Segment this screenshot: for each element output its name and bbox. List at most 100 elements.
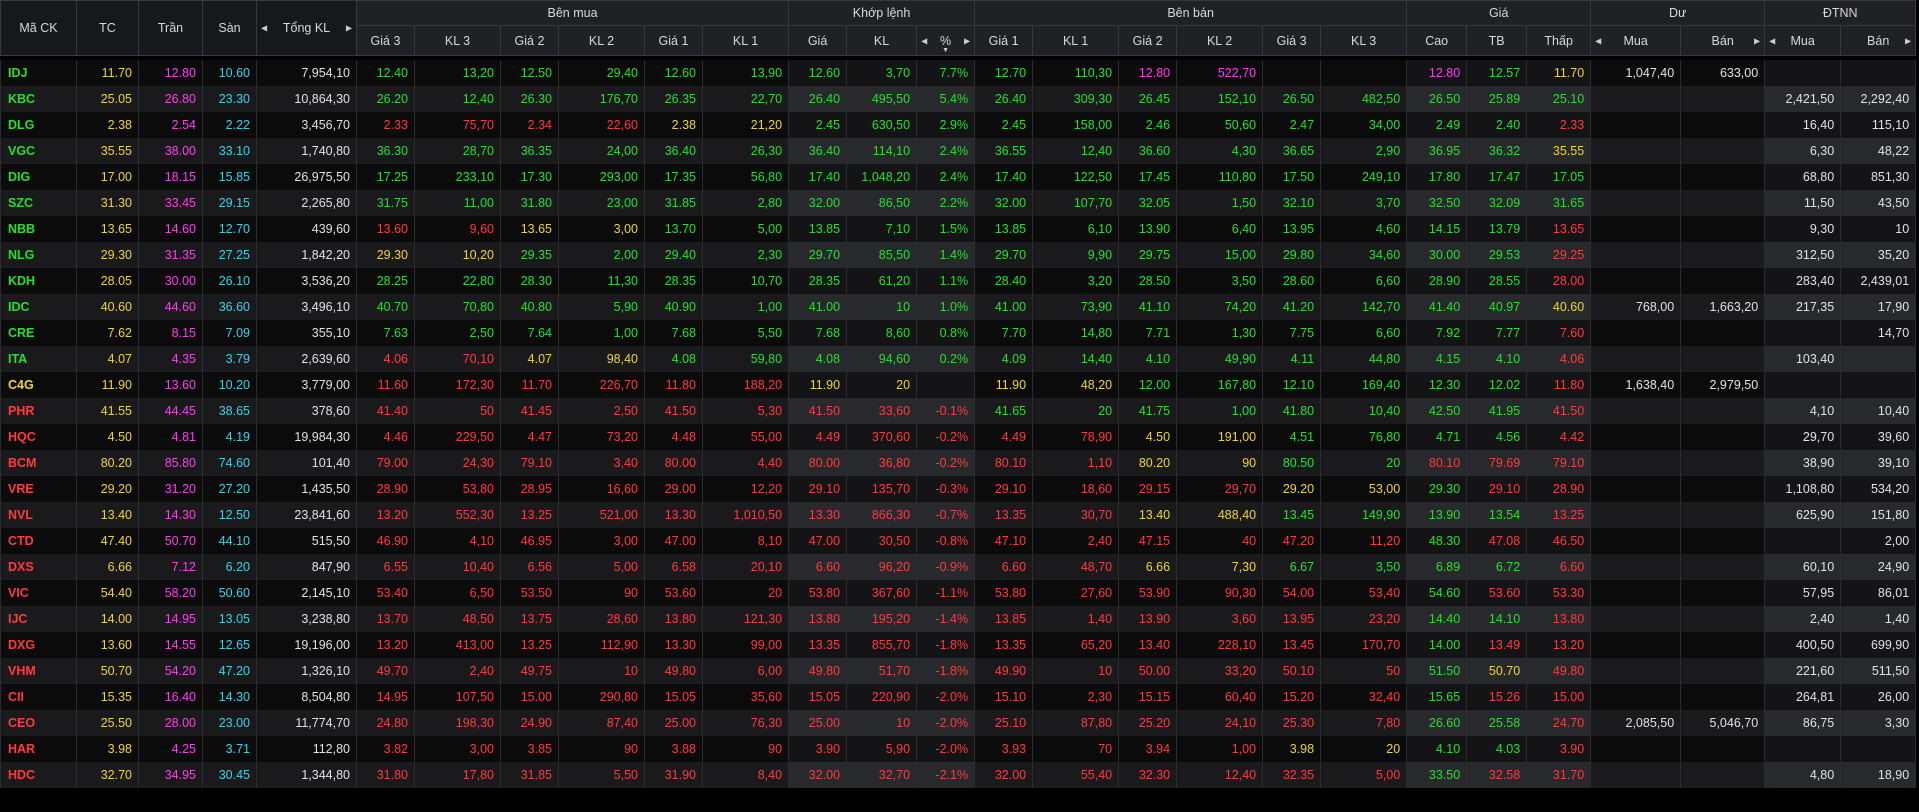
symbol-cell[interactable]: IJC xyxy=(0,606,77,632)
table-row[interactable]: KBC 25.05 26.80 23.30 10,864,30 26.20 12,40 26.… xyxy=(0,86,1917,112)
col-ask-price-3[interactable]: Giá 3 xyxy=(1262,25,1322,56)
symbol-cell[interactable]: NLG xyxy=(0,242,77,268)
symbol-cell[interactable]: HAR xyxy=(0,736,77,762)
ask-price-3-cell: 3.98 xyxy=(1262,736,1322,762)
symbol-cell[interactable]: KBC xyxy=(0,86,77,112)
symbol-cell[interactable]: DXS xyxy=(0,554,77,580)
triangle-right-icon[interactable]: ▶ xyxy=(1754,36,1760,45)
symbol-cell[interactable]: KDH xyxy=(0,268,77,294)
col-ref[interactable]: TC xyxy=(76,0,139,56)
symbol-cell[interactable]: CTD xyxy=(0,528,77,554)
symbol-cell[interactable]: CEO xyxy=(0,710,77,736)
table-row[interactable]: CII 15.35 16.40 14.30 8,504,80 14.95 107,50 15.… xyxy=(0,684,1917,710)
match-pct-cell: -1.1% xyxy=(916,580,976,606)
symbol-cell[interactable]: SZC xyxy=(0,190,77,216)
table-row[interactable]: VHM 50.70 54.20 47.20 1,326,10 49.70 2,40 49.75… xyxy=(0,658,1917,684)
col-avg[interactable]: TB xyxy=(1466,25,1528,56)
table-row[interactable]: HDC 32.70 34.95 30.45 1,344,80 31.80 17,80 31.8… xyxy=(0,762,1917,788)
table-row[interactable]: C4G 11.90 13.60 10.20 3,779,00 11.60 172,30 11.… xyxy=(0,372,1917,398)
col-foreign-sell[interactable]: Bán ▶ xyxy=(1840,25,1917,56)
col-bid-price-3[interactable]: Giá 3 xyxy=(356,25,415,56)
symbol-cell[interactable]: NBB xyxy=(0,216,77,242)
table-row[interactable]: HAR 3.98 4.25 3.71 112,80 3.82 3,00 3.85 90 3.88 9… xyxy=(0,736,1917,762)
ask-price-3-cell: 28.60 xyxy=(1262,268,1322,294)
col-match-vol[interactable]: KL xyxy=(846,25,918,56)
symbol-cell[interactable]: ITA xyxy=(0,346,77,372)
table-row[interactable]: VGC 35.55 38.00 33.10 1,740,80 36.30 28,70 36.3… xyxy=(0,138,1917,164)
symbol-cell[interactable]: VRE xyxy=(0,476,77,502)
symbol-cell[interactable]: DLG xyxy=(0,112,77,138)
col-symbol[interactable]: Mã CK xyxy=(0,0,77,56)
col-ask-vol-1[interactable]: KL 1 xyxy=(1032,25,1120,56)
symbol-cell[interactable]: VHM xyxy=(0,658,77,684)
triangle-right-icon[interactable]: ▶ xyxy=(964,36,970,45)
col-foreign-buy[interactable]: ◀ Mua xyxy=(1764,25,1842,56)
col-bid-vol-1[interactable]: KL 1 xyxy=(701,25,790,56)
table-row[interactable]: DXS 6.66 7.12 6.20 847,90 6.55 10,40 6.56 5,00 6.… xyxy=(0,554,1917,580)
symbol-cell[interactable]: BCM xyxy=(0,450,77,476)
col-ceil[interactable]: Trần xyxy=(138,0,203,56)
table-row[interactable]: CEO 25.50 28.00 23.00 11,774,70 24.80 198,30 24… xyxy=(0,710,1917,736)
table-row[interactable]: SZC 31.30 33.45 29.15 2,265,80 31.75 11,00 31.8… xyxy=(0,190,1917,216)
table-row[interactable]: IJC 14.00 14.95 13.05 3,238,80 13.70 48,50 13.7… xyxy=(0,606,1917,632)
symbol-cell[interactable]: IDC xyxy=(0,294,77,320)
triangle-left-icon[interactable]: ◀ xyxy=(1595,36,1601,45)
symbol-cell[interactable]: VGC xyxy=(0,138,77,164)
col-bid-price-1[interactable]: Giá 1 xyxy=(644,25,703,56)
table-row[interactable]: NLG 29.30 31.35 27.25 1,842,20 29.30 10,20 29.3… xyxy=(0,242,1917,268)
col-low[interactable]: Thấp xyxy=(1526,25,1592,56)
table-row[interactable]: KDH 28.05 30.00 26.10 3,536,20 28.25 22,80 28.3… xyxy=(0,268,1917,294)
col-remain-buy[interactable]: ◀ Mua xyxy=(1590,25,1682,56)
scroll-right-icon[interactable]: ▶ xyxy=(346,24,352,33)
table-row[interactable]: NVL 13.40 14.30 12.50 23,841,60 13.20 552,30 13… xyxy=(0,502,1917,528)
table-row[interactable]: DXG 13.60 14.55 12.65 19,196,00 13.20 413,00 13… xyxy=(0,632,1917,658)
table-row[interactable]: PHR 41.55 44.45 38.65 378,60 41.40 50 41.45 2,50… xyxy=(0,398,1917,424)
scroll-left-icon[interactable]: ◀ xyxy=(261,24,267,33)
symbol-cell[interactable]: VIC xyxy=(0,580,77,606)
col-ask-vol-2[interactable]: KL 2 xyxy=(1176,25,1264,56)
symbol-cell[interactable]: C4G xyxy=(0,372,77,398)
bid-vol-1-cell: 1,010,50 xyxy=(701,502,790,528)
symbol-cell[interactable]: DXG xyxy=(0,632,77,658)
table-row[interactable]: HQC 4.50 4.81 4.19 19,984,30 4.46 229,50 4.47 73… xyxy=(0,424,1917,450)
symbol-cell[interactable]: CII xyxy=(0,684,77,710)
col-match-price[interactable]: Giá xyxy=(788,25,848,56)
triangle-left-icon[interactable]: ◀ xyxy=(1769,36,1775,45)
table-row[interactable]: NBB 13.65 14.60 12.70 439,60 13.60 9,60 13.65 3,… xyxy=(0,216,1917,242)
col-ask-price-2[interactable]: Giá 2 xyxy=(1118,25,1178,56)
col-floor[interactable]: Sàn xyxy=(202,0,257,56)
low-price-cell: 49.80 xyxy=(1526,658,1592,684)
table-row[interactable]: IDJ 11.70 12.80 10.60 7,954,10 12.40 13,20 12.5… xyxy=(0,60,1917,86)
table-row[interactable]: VRE 29.20 31.20 27.20 1,435,50 28.90 53,80 28.9… xyxy=(0,476,1917,502)
table-row[interactable]: CTD 47.40 50.70 44.10 515,50 46.90 4,10 46.95 3,… xyxy=(0,528,1917,554)
symbol-cell[interactable]: HQC xyxy=(0,424,77,450)
symbol-cell[interactable]: HDC xyxy=(0,762,77,788)
table-row[interactable]: IDC 40.60 44.60 36.60 3,496,10 40.70 70,80 40.8… xyxy=(0,294,1917,320)
col-ask-price-1[interactable]: Giá 1 xyxy=(974,25,1034,56)
col-high[interactable]: Cao xyxy=(1406,25,1468,56)
triangle-right-icon[interactable]: ▶ xyxy=(1905,36,1911,45)
table-row[interactable]: ITA 4.07 4.35 3.79 2,639,60 4.06 70,10 4.07 98,4… xyxy=(0,346,1917,372)
symbol-cell[interactable]: CRE xyxy=(0,320,77,346)
triangle-left-icon[interactable]: ◀ xyxy=(921,36,927,45)
col-bid-vol-3[interactable]: KL 3 xyxy=(414,25,501,56)
symbol-cell[interactable]: DIG xyxy=(0,164,77,190)
table-row[interactable]: CRE 7.62 8.15 7.09 355,10 7.63 2,50 7.64 1,00 7.6… xyxy=(0,320,1917,346)
col-ask-vol-3[interactable]: KL 3 xyxy=(1320,25,1408,56)
col-bid-vol-2[interactable]: KL 2 xyxy=(558,25,645,56)
sort-down-icon[interactable]: ▼ xyxy=(942,47,949,54)
foreign-sell-cell xyxy=(1840,346,1917,372)
bid-price-1-cell: 28.35 xyxy=(644,268,703,294)
symbol-cell[interactable]: IDJ xyxy=(0,60,77,86)
table-row[interactable]: BCM 80.20 85.80 74.60 101,40 79.00 24,30 79.10 3… xyxy=(0,450,1917,476)
table-row[interactable]: VIC 54.40 58.20 50.60 2,145,10 53.40 6,50 53.50… xyxy=(0,580,1917,606)
col-bid-price-2[interactable]: Giá 2 xyxy=(500,25,559,56)
symbol-cell[interactable]: NVL xyxy=(0,502,77,528)
col-match-pct[interactable]: ◀ % ▼ ▶ xyxy=(916,25,976,56)
table-row[interactable]: DLG 2.38 2.54 2.22 3,456,70 2.33 75,70 2.34 22,6… xyxy=(0,112,1917,138)
table-row[interactable]: DIG 17.00 18.15 15.85 26,975,50 17.25 233,10 17… xyxy=(0,164,1917,190)
col-remain-sell[interactable]: Bán ▶ xyxy=(1680,25,1766,56)
symbol-cell[interactable]: PHR xyxy=(0,398,77,424)
ask-vol-3-cell: 7,80 xyxy=(1320,710,1408,736)
col-total[interactable]: ◀ Tổng KL ▶ xyxy=(256,0,357,56)
